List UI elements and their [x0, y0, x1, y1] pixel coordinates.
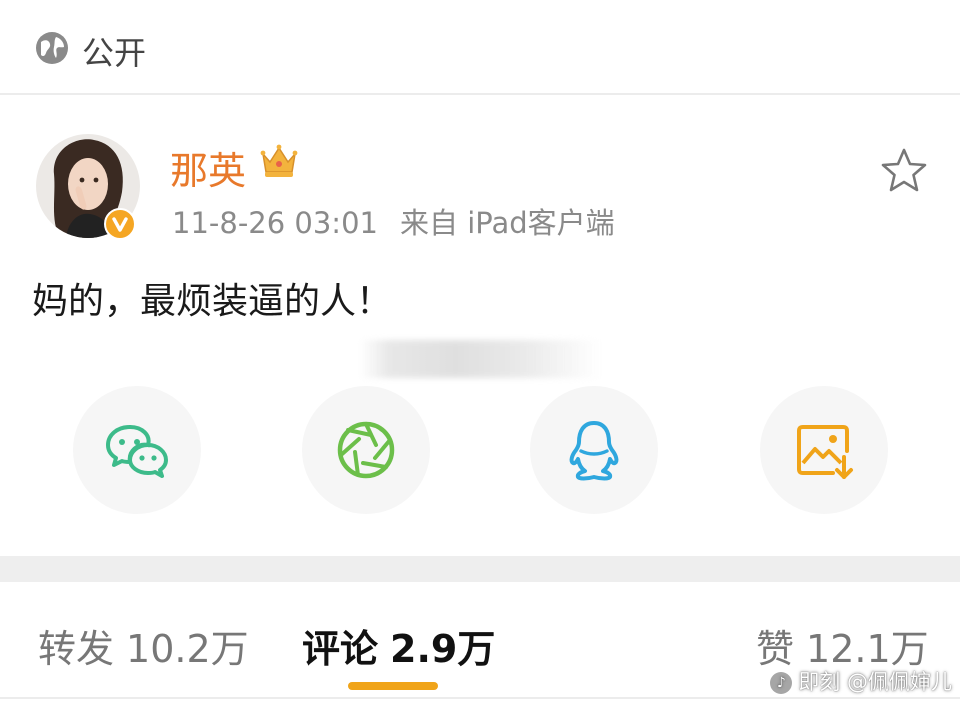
- watermark: ♪ 即刻 @佩佩婶儿: [770, 666, 952, 696]
- repost-tab[interactable]: 转发 10.2万: [38, 618, 249, 673]
- favorite-star-icon[interactable]: [878, 146, 930, 196]
- globe-icon: [36, 32, 68, 64]
- share-qq-button[interactable]: [530, 386, 658, 514]
- save-image-button[interactable]: [760, 386, 888, 514]
- visibility-label: 公开: [82, 34, 147, 72]
- wechat-icon: [106, 425, 168, 478]
- bottom-divider: [0, 697, 960, 699]
- visibility-bar: 公开: [0, 0, 960, 95]
- like-count: 12.1万: [806, 627, 929, 671]
- repost-count: 10.2万: [126, 627, 249, 671]
- save-image-icon: [797, 425, 853, 479]
- post-source: 来自 iPad客户端: [399, 206, 615, 240]
- verified-badge-icon: [104, 208, 136, 240]
- like-tab[interactable]: 赞 12.1万: [756, 618, 929, 673]
- post-meta: 11-8-26 03:01 来自 iPad客户端: [172, 200, 615, 242]
- share-wechat-button[interactable]: [73, 386, 201, 514]
- jike-logo-icon: ♪: [770, 672, 793, 694]
- comment-tab[interactable]: 评论 2.9万: [302, 618, 495, 673]
- qq-penguin-icon: [569, 421, 619, 481]
- crown-icon: [260, 144, 298, 177]
- post-body: 妈的，最烦装逼的人！: [32, 281, 393, 322]
- comment-label: 评论: [302, 627, 379, 671]
- aperture-icon: [337, 421, 395, 479]
- watermark-text: 即刻 @佩佩婶儿: [798, 670, 952, 694]
- section-divider: [0, 556, 960, 582]
- blurred-region: [360, 340, 600, 378]
- comment-count: 2.9万: [390, 627, 496, 671]
- post-timestamp: 11-8-26 03:01: [172, 206, 378, 240]
- share-moments-button[interactable]: [302, 386, 430, 514]
- like-label: 赞: [756, 627, 795, 671]
- active-tab-indicator: [348, 682, 438, 690]
- author-name[interactable]: 那英: [170, 140, 246, 195]
- repost-label: 转发: [38, 627, 115, 671]
